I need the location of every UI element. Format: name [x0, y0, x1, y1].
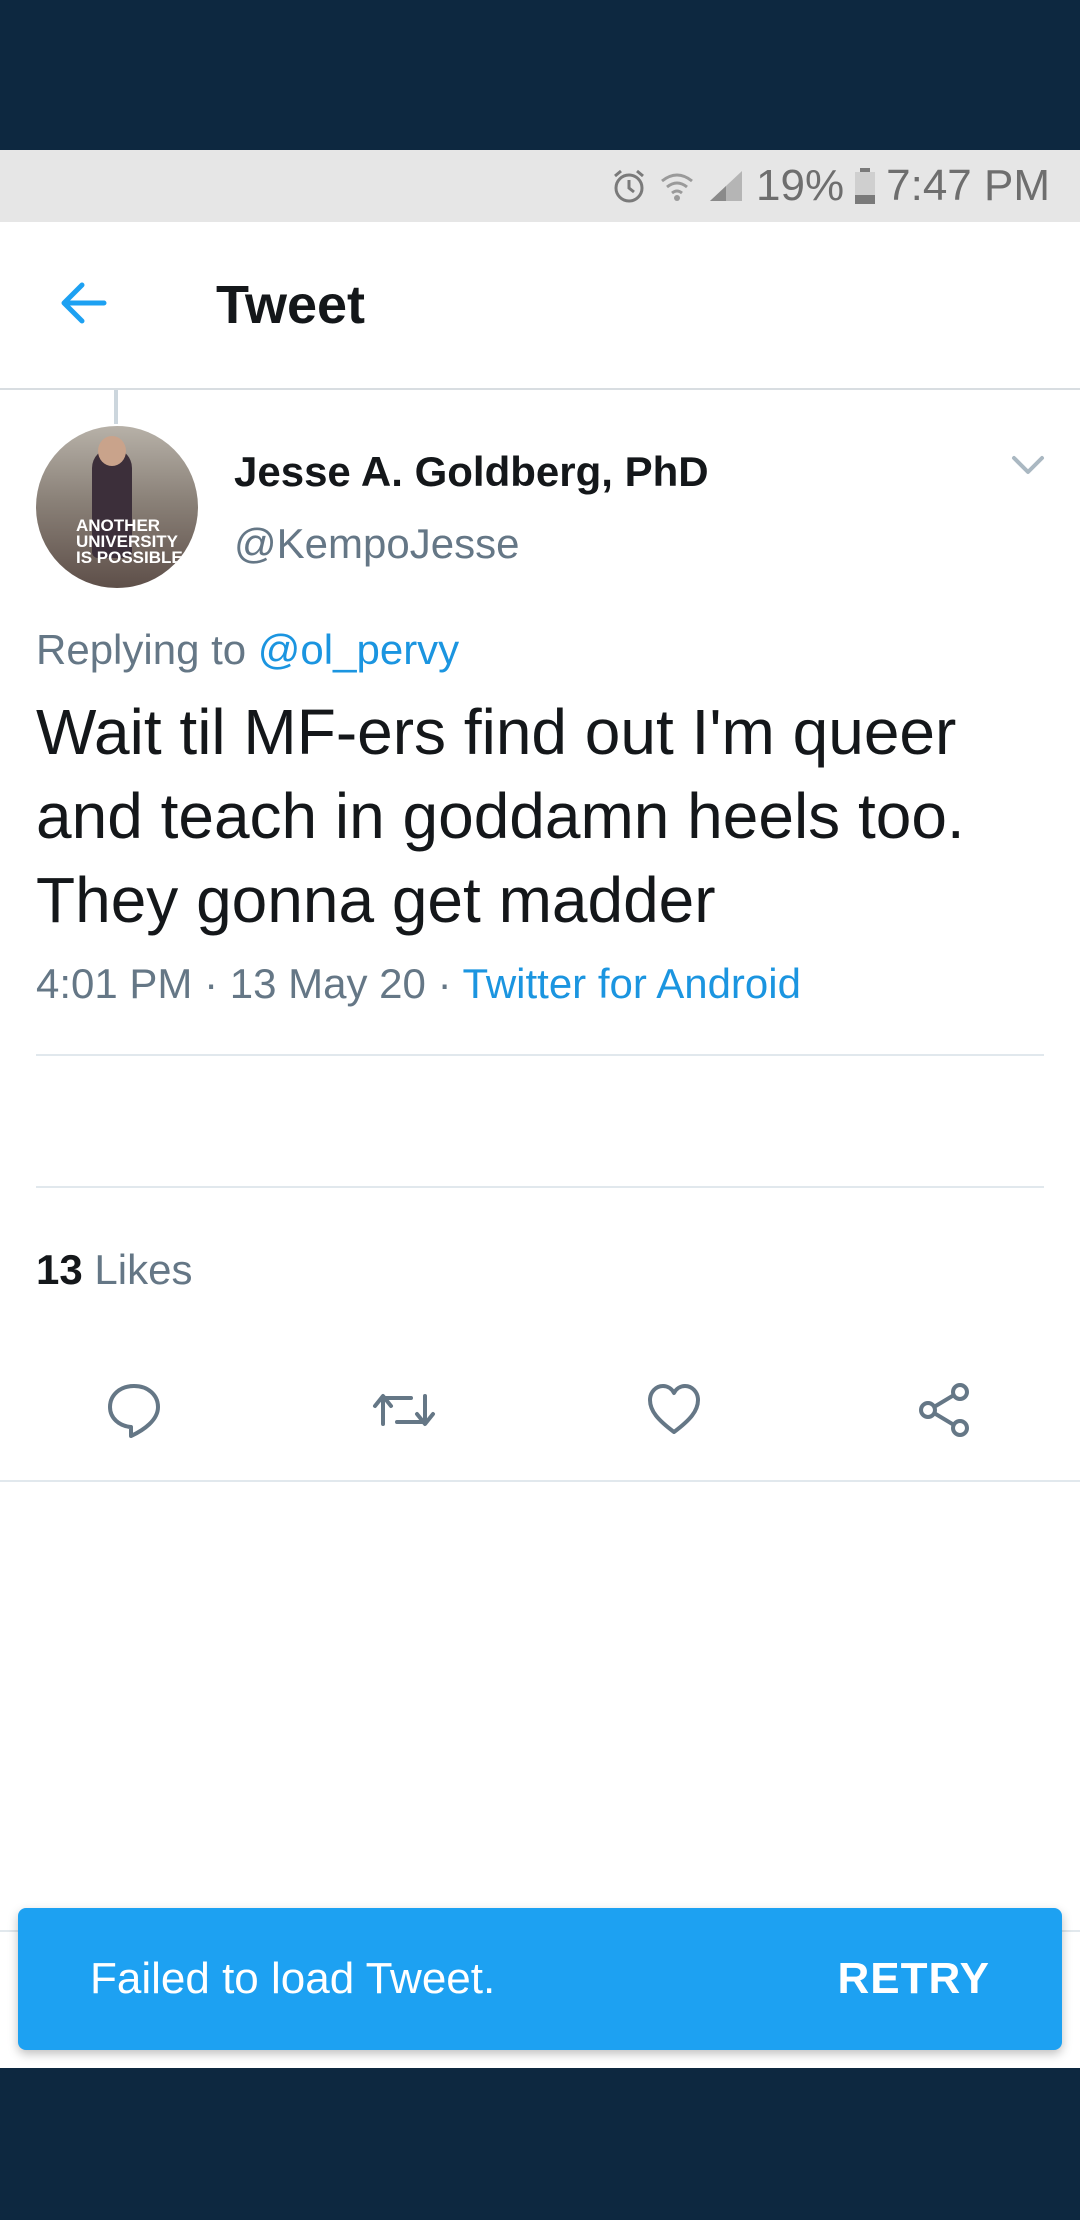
replying-mention-link[interactable]: @ol_pervy	[258, 626, 459, 673]
status-icons: 19%	[610, 161, 876, 211]
tweet-screen: 19% 7:47 PM Tweet ANOTHER UNIVERSITY IS …	[0, 150, 1080, 2068]
replying-label: Replying to	[36, 626, 247, 673]
meta-separator: ·	[437, 960, 452, 1007]
app-header: Tweet	[0, 222, 1080, 390]
reply-button[interactable]	[94, 1372, 174, 1452]
divider	[36, 1054, 1044, 1056]
back-arrow-icon	[56, 276, 110, 335]
tweet-time: 4:01 PM	[36, 960, 193, 1007]
status-bar: 19% 7:47 PM	[0, 150, 1080, 222]
retweet-button[interactable]	[364, 1372, 444, 1452]
battery-percent: 19%	[756, 161, 845, 210]
tweet-date: 13 May 20	[229, 960, 426, 1007]
likes-stat[interactable]: 13 Likes	[36, 1246, 192, 1294]
likes-count: 13	[36, 1246, 83, 1293]
meta-separator: ·	[204, 960, 219, 1007]
chevron-down-icon[interactable]	[1010, 452, 1046, 483]
author-handle[interactable]: @KempoJesse	[234, 520, 519, 568]
avatar-head	[98, 436, 126, 466]
like-button[interactable]	[634, 1372, 714, 1452]
action-bar	[0, 1344, 1080, 1478]
signal-icon	[706, 167, 746, 205]
author-name[interactable]: Jesse A. Goldberg, PhD	[234, 448, 709, 496]
replying-to: Replying to @ol_pervy	[36, 626, 459, 674]
avatar-caption: ANOTHER UNIVERSITY IS POSSIBLE	[76, 517, 183, 567]
retweet-icon	[369, 1380, 439, 1445]
tweet-source-link[interactable]: Twitter for Android	[462, 960, 800, 1007]
error-snackbar: Failed to load Tweet. RETRY	[18, 1908, 1062, 2050]
avatar[interactable]: ANOTHER UNIVERSITY IS POSSIBLE	[36, 426, 198, 588]
page-title: Tweet	[216, 275, 366, 335]
wifi-icon	[658, 167, 696, 205]
snackbar-message: Failed to load Tweet.	[90, 1954, 496, 2003]
tweet-text: Wait til MF-ers find out I'm queer and t…	[36, 696, 965, 936]
tweet-meta: 4:01 PM · 13 May 20 · Twitter for Androi…	[36, 960, 801, 1008]
avatar-caption-line: IS POSSIBLE	[76, 548, 183, 567]
battery-icon	[854, 167, 876, 205]
thread-line	[114, 390, 118, 424]
share-button[interactable]	[904, 1372, 984, 1452]
retry-button[interactable]: RETRY	[838, 1954, 991, 2004]
alarm-icon	[610, 167, 648, 205]
like-icon	[644, 1380, 704, 1445]
reply-icon	[104, 1380, 164, 1445]
back-button[interactable]	[48, 270, 118, 340]
divider	[0, 1480, 1080, 1482]
status-time: 7:47 PM	[886, 161, 1050, 210]
divider	[36, 1186, 1044, 1188]
share-icon	[914, 1380, 974, 1445]
likes-label: Likes	[94, 1246, 193, 1293]
